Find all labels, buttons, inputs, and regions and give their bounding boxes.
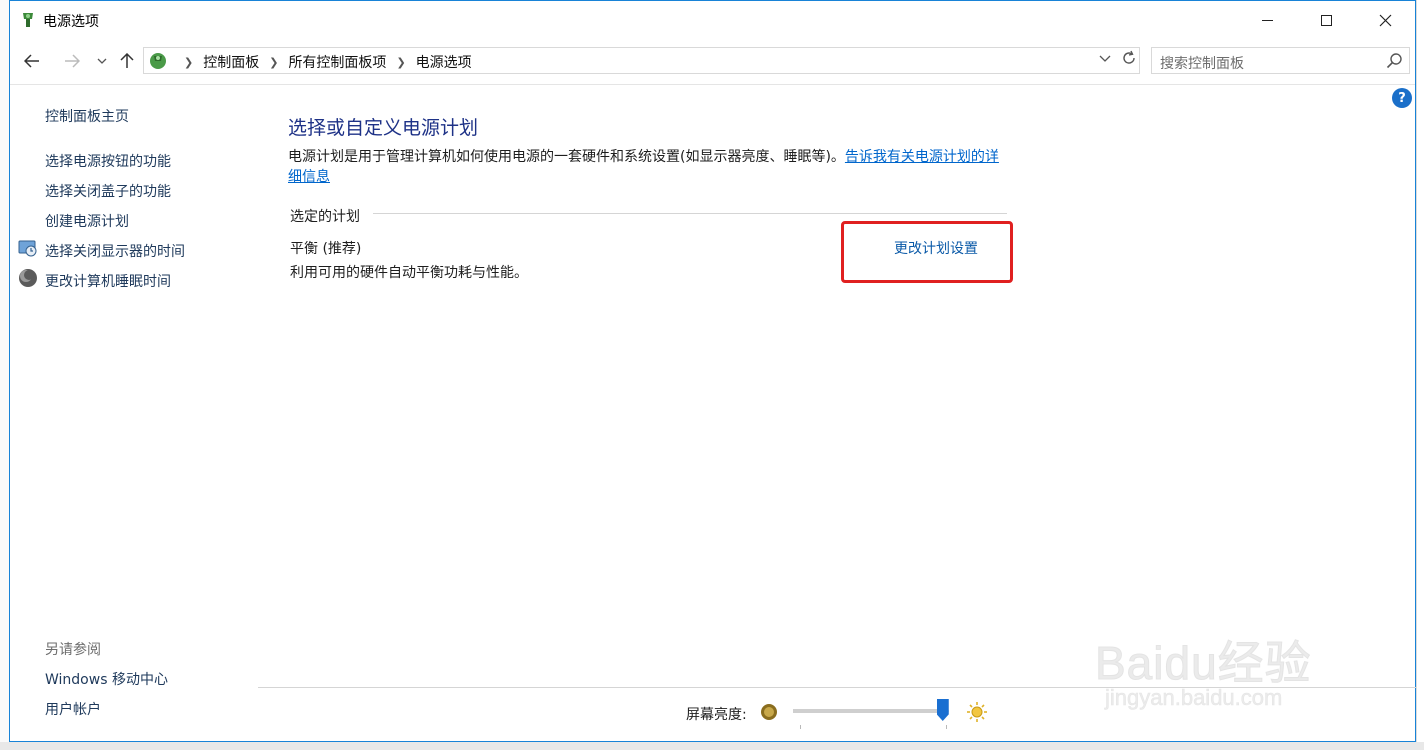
- breadcrumb-all-control-panel-items[interactable]: 所有控制面板项: [288, 52, 386, 72]
- address-toolbar: ❯ 控制面板 ❯ 所有控制面板项 ❯ 电源选项 搜索控制面板: [10, 39, 1415, 85]
- refresh-icon: [1123, 50, 1135, 64]
- refresh-button[interactable]: [1119, 50, 1139, 70]
- address-box[interactable]: ❯ 控制面板 ❯ 所有控制面板项 ❯ 电源选项: [143, 47, 1140, 74]
- sidebar-item-display-off-time[interactable]: 选择关闭显示器的时间: [45, 241, 185, 261]
- recent-locations-button[interactable]: [90, 49, 114, 73]
- sleep-moon-icon: [19, 269, 37, 287]
- sidebar-item-user-accounts[interactable]: 用户帐户: [45, 699, 101, 719]
- minimize-icon: [1261, 19, 1273, 21]
- slider-tick: [800, 725, 801, 729]
- forward-button[interactable]: [60, 49, 84, 73]
- sidebar-item-sleep-time[interactable]: 更改计算机睡眠时间: [45, 271, 171, 291]
- chevron-down-icon: [97, 58, 107, 64]
- sidebar-item-create-power-plan[interactable]: 创建电源计划: [45, 211, 129, 231]
- help-icon[interactable]: ?: [1392, 88, 1412, 108]
- maximize-button[interactable]: [1297, 1, 1355, 39]
- slider-tick: [946, 725, 947, 729]
- background-window-right-edge: [1416, 0, 1424, 750]
- title-bar: 电源选项: [10, 1, 1415, 39]
- breadcrumb-power-options[interactable]: 电源选项: [416, 52, 472, 72]
- power-options-app-icon: [23, 13, 33, 27]
- window-title: 电源选项: [43, 14, 99, 30]
- page-title: 选择或自定义电源计划: [288, 117, 479, 139]
- watermark-url: jingyan.baidu.com: [1105, 685, 1283, 711]
- brightness-slider-thumb[interactable]: [936, 699, 949, 721]
- up-arrow-icon: [120, 53, 134, 68]
- page-description: 电源计划是用于管理计算机如何使用电源的一套硬件和系统设置(如显示器亮度、睡眠等)…: [288, 147, 1008, 187]
- brightness-slider-track[interactable]: [793, 709, 949, 713]
- display-power-icon: [18, 240, 37, 257]
- address-history-dropdown[interactable]: [1099, 52, 1111, 66]
- breadcrumb: ❯ 控制面板 ❯ 所有控制面板项 ❯ 电源选项: [174, 52, 472, 72]
- breadcrumb-control-panel[interactable]: 控制面板: [203, 52, 259, 72]
- back-arrow-icon: [24, 54, 39, 68]
- chevron-down-icon: [1099, 55, 1111, 62]
- back-button[interactable]: [20, 49, 44, 73]
- search-input[interactable]: 搜索控制面板: [1160, 53, 1244, 73]
- selected-plan-heading: 选定的计划: [290, 209, 360, 225]
- minimize-button[interactable]: [1238, 1, 1296, 39]
- sidebar-item-lid-close-function[interactable]: 选择关闭盖子的功能: [45, 181, 171, 201]
- watermark-brand: Baidu经验: [1095, 637, 1312, 690]
- see-also-heading: 另请参阅: [45, 642, 101, 658]
- sidebar: 控制面板主页 选择电源按钮的功能 选择关闭盖子的功能 创建电源计划 选择关闭显示…: [10, 85, 258, 743]
- breadcrumb-separator-icon: ❯: [184, 55, 194, 69]
- up-button[interactable]: [115, 49, 139, 73]
- sidebar-item-windows-mobility-center[interactable]: Windows 移动中心: [45, 669, 168, 689]
- maximize-icon: [1320, 14, 1332, 26]
- forward-arrow-icon: [65, 54, 80, 68]
- sidebar-item-power-button-function[interactable]: 选择电源按钮的功能: [45, 151, 171, 171]
- plan-name: 平衡 (推荐): [290, 241, 362, 257]
- breadcrumb-separator-icon[interactable]: ❯: [269, 56, 278, 69]
- bright-sun-icon: [967, 702, 987, 722]
- search-box[interactable]: 搜索控制面板: [1151, 47, 1410, 74]
- sidebar-item-control-panel-home[interactable]: 控制面板主页: [45, 106, 129, 126]
- close-icon: [1379, 14, 1391, 26]
- close-button[interactable]: [1356, 1, 1414, 39]
- section-divider: [373, 213, 1007, 214]
- brightness-slider-fill: [793, 709, 943, 713]
- brightness-label: 屏幕亮度:: [686, 707, 747, 723]
- search-icon[interactable]: [1386, 52, 1403, 69]
- power-options-window: 电源选项 ❯ 控制面板 ❯ 所有控制面板项 ❯ 电源选项 搜索控制面板 ? 控制…: [9, 0, 1416, 742]
- control-panel-icon: [150, 53, 166, 69]
- plan-description: 利用可用的硬件自动平衡功耗与性能。: [290, 265, 528, 281]
- description-text: 电源计划是用于管理计算机如何使用电源的一套硬件和系统设置(如显示器亮度、睡眠等)…: [288, 149, 845, 165]
- change-plan-settings-link[interactable]: 更改计划设置: [894, 238, 978, 258]
- baidu-jingyan-watermark: Baidu经验 jingyan.baidu.com: [1095, 599, 1355, 719]
- dim-brightness-icon: [761, 704, 777, 720]
- bottom-divider: [258, 687, 1416, 688]
- breadcrumb-separator-icon[interactable]: ❯: [396, 56, 405, 69]
- background-taskbar-edge: [0, 742, 1424, 750]
